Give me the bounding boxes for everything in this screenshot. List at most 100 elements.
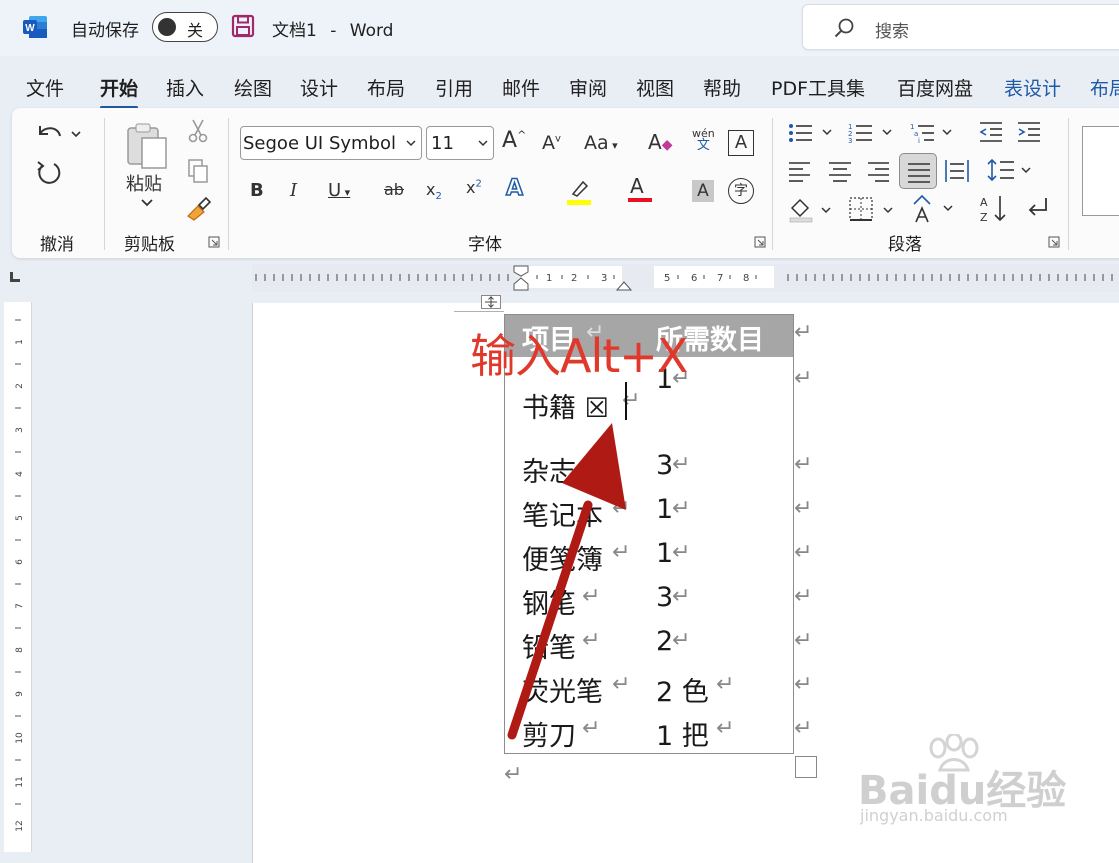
- tab-design[interactable]: 设计: [300, 74, 338, 101]
- tab-draw[interactable]: 绘图: [234, 74, 272, 101]
- paragraph-mark: ↵: [672, 584, 691, 609]
- enclose-character-icon[interactable]: 字: [728, 178, 754, 204]
- highlight-icon[interactable]: [565, 178, 599, 206]
- format-painter-icon[interactable]: [184, 196, 212, 222]
- tab-baidu-netdisk[interactable]: 百度网盘: [897, 74, 973, 101]
- paragraph-mark: ↵: [672, 452, 691, 477]
- font-launcher-icon[interactable]: [754, 236, 766, 248]
- asian-layout-icon[interactable]: [910, 194, 960, 224]
- tab-pdf-tools[interactable]: PDF工具集: [771, 74, 865, 101]
- tab-references[interactable]: 引用: [435, 74, 473, 101]
- table-cell-quantity[interactable]: 2 色: [656, 670, 709, 709]
- svg-text:7: 7: [15, 603, 25, 609]
- styles-gallery[interactable]: [1082, 126, 1119, 216]
- row-end-mark: ↵: [794, 628, 813, 653]
- table-cell-quantity[interactable]: 3: [656, 450, 673, 481]
- undo-icon[interactable]: [34, 120, 84, 146]
- autosave-state: 关: [187, 21, 204, 40]
- clear-formatting-icon[interactable]: A◆: [648, 130, 672, 154]
- tab-table-design[interactable]: 表设计: [1004, 74, 1061, 101]
- change-case-icon[interactable]: Aa ▾: [584, 132, 618, 154]
- paste-dropdown-icon[interactable]: [140, 198, 154, 208]
- annotation-arrow: [507, 423, 626, 740]
- table-cell-quantity[interactable]: 1: [656, 538, 673, 569]
- redo-icon[interactable]: [34, 158, 64, 186]
- phonetic-guide-icon[interactable]: wén 文: [692, 128, 715, 153]
- text-effects-icon[interactable]: A: [505, 175, 524, 202]
- paragraph-mark: ↵: [672, 540, 691, 565]
- font-size-value: 11: [431, 133, 454, 154]
- shrink-font-icon[interactable]: Av: [542, 132, 561, 154]
- table-resize-handle[interactable]: [795, 756, 817, 778]
- paragraph-launcher-icon[interactable]: [1048, 236, 1060, 248]
- watermark-url: jingyan.baidu.com: [860, 806, 1008, 825]
- tab-mailings[interactable]: 邮件: [502, 74, 540, 101]
- decrease-indent-icon[interactable]: [978, 120, 1004, 144]
- bold-icon[interactable]: B: [250, 180, 264, 201]
- increase-indent-icon[interactable]: [1016, 120, 1042, 144]
- paragraph-mark: ↵: [672, 628, 691, 653]
- strikethrough-icon[interactable]: ab: [384, 180, 404, 199]
- svg-text:8: 8: [743, 273, 749, 284]
- justify-button[interactable]: [899, 153, 937, 189]
- table-cell-quantity[interactable]: 1: [656, 494, 673, 525]
- search-input[interactable]: 搜索: [802, 4, 1119, 50]
- tab-review[interactable]: 审阅: [569, 74, 607, 101]
- tab-insert[interactable]: 插入: [166, 74, 204, 101]
- subscript-icon[interactable]: x2: [426, 180, 442, 202]
- table-cell-quantity[interactable]: 3: [656, 582, 673, 613]
- save-icon[interactable]: [231, 14, 255, 38]
- vertical-ruler[interactable]: 1 2 3 4 5 6 7 8 9 10 11 12: [4, 302, 32, 852]
- svg-text:A: A: [980, 196, 988, 209]
- font-color-icon[interactable]: A: [628, 174, 652, 202]
- borders-icon[interactable]: [848, 196, 898, 224]
- numbering-icon[interactable]: 123: [848, 122, 898, 144]
- svg-text:1: 1: [15, 339, 25, 345]
- chevron-down-icon: [478, 140, 488, 147]
- paste-icon[interactable]: [124, 122, 170, 172]
- copy-icon[interactable]: [186, 158, 210, 184]
- font-size-combo[interactable]: 11: [426, 126, 494, 160]
- horizontal-ruler[interactable]: 1 2 3 5 6 7 8: [252, 264, 1119, 292]
- bullets-icon[interactable]: [788, 122, 838, 144]
- font-name-combo[interactable]: Segoe UI Symbol: [240, 126, 422, 160]
- baidu-watermark: Baidu经验 jingyan.baidu.com: [858, 734, 1068, 838]
- table-cell-quantity[interactable]: 1 把: [656, 714, 709, 753]
- italic-icon[interactable]: I: [290, 180, 297, 201]
- tab-file[interactable]: 文件: [26, 74, 64, 101]
- underline-icon[interactable]: U ▾: [328, 180, 350, 201]
- autosave-toggle[interactable]: 关: [152, 12, 218, 42]
- search-icon: [834, 18, 854, 38]
- align-center-icon[interactable]: [828, 160, 852, 182]
- tab-layout[interactable]: 布局: [367, 74, 405, 101]
- superscript-icon[interactable]: x2: [466, 178, 482, 197]
- align-right-icon[interactable]: [866, 160, 890, 182]
- character-border-icon[interactable]: A: [728, 130, 754, 156]
- tab-home[interactable]: 开始: [100, 74, 139, 109]
- tab-selector[interactable]: [10, 272, 20, 282]
- sort-icon[interactable]: AZ: [980, 194, 1008, 224]
- table-cell-quantity[interactable]: 2: [656, 626, 673, 657]
- tab-help[interactable]: 帮助: [703, 74, 741, 101]
- row-end-mark: ↵: [794, 584, 813, 609]
- distributed-align-icon[interactable]: [944, 158, 970, 184]
- doc-name: 文档1: [272, 21, 317, 41]
- table-move-handle-icon[interactable]: [481, 295, 501, 309]
- multilevel-list-icon[interactable]: 1ai: [910, 122, 960, 144]
- svg-text:4: 4: [15, 471, 25, 477]
- tab-view[interactable]: 视图: [636, 74, 674, 101]
- grow-font-icon[interactable]: A^: [502, 128, 526, 153]
- font-name-value: Segoe UI Symbol: [243, 133, 396, 154]
- cut-icon[interactable]: [186, 118, 210, 144]
- paste-label[interactable]: 粘贴: [126, 170, 162, 196]
- svg-text:3: 3: [848, 137, 852, 144]
- align-left-icon[interactable]: [788, 160, 812, 182]
- line-spacing-icon[interactable]: [986, 156, 1036, 184]
- svg-text:12: 12: [15, 820, 25, 831]
- character-shading-icon[interactable]: A: [692, 180, 714, 202]
- tab-table-layout[interactable]: 布局: [1090, 74, 1119, 101]
- shading-icon[interactable]: [788, 196, 838, 224]
- svg-text:8: 8: [15, 647, 25, 653]
- show-formatting-marks-icon[interactable]: [1024, 196, 1052, 222]
- clipboard-launcher-icon[interactable]: [208, 236, 220, 248]
